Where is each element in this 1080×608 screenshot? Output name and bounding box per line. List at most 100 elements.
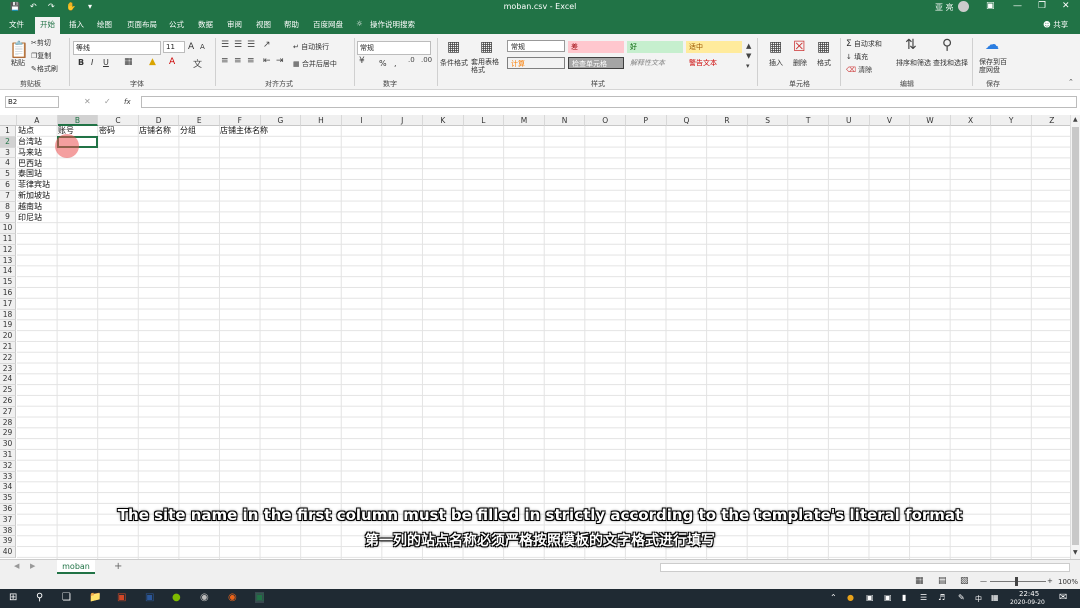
cell-a7[interactable]: 新加坡站 — [18, 191, 50, 201]
row-header-28[interactable]: 28 — [0, 417, 16, 429]
scroll-up-icon[interactable]: ▲ — [1073, 116, 1078, 123]
column-header-v[interactable]: V — [869, 115, 911, 126]
conditional-format-button[interactable]: 条件格式 — [440, 58, 468, 68]
row-header-23[interactable]: 23 — [0, 363, 16, 375]
scroll-down-icon[interactable]: ▼ — [1073, 549, 1078, 556]
column-header-h[interactable]: H — [301, 115, 342, 126]
tray-app-icon[interactable]: ● — [847, 593, 854, 602]
italic-button[interactable]: I — [91, 58, 93, 67]
tab-formulas[interactable]: 公式 — [169, 19, 184, 30]
collapse-ribbon-icon[interactable]: ⌃ — [1068, 78, 1074, 86]
row-header-27[interactable]: 27 — [0, 406, 16, 418]
tab-data[interactable]: 数据 — [198, 19, 213, 30]
tab-home[interactable]: 开始 — [35, 17, 60, 34]
increase-indent-icon[interactable]: ⇥ — [276, 56, 284, 66]
cell-a2[interactable]: 台湾站 — [18, 137, 42, 147]
worksheet-grid[interactable]: ABCDEFGHIJKLMNOPQRSTUVWXYZ 1 2 3 4 5 6 7 8 9 10 11… — [0, 115, 1080, 559]
pen-icon[interactable]: ✎ — [958, 593, 965, 602]
phonetic-icon[interactable]: 文 — [193, 57, 202, 70]
grow-font-icon[interactable]: A — [188, 42, 194, 52]
cloud-icon[interactable]: ☁ — [985, 37, 999, 53]
style-warning[interactable]: 警告文本 — [686, 57, 742, 69]
cell-area[interactable] — [17, 126, 1070, 559]
close-icon[interactable]: ✕ — [1062, 1, 1070, 11]
format-table-button[interactable]: 套用表格格式 — [471, 58, 503, 74]
insert-cells-button[interactable]: 插入 — [769, 58, 783, 68]
column-header-p[interactable]: P — [626, 115, 667, 126]
orientation-icon[interactable]: ↗ — [263, 40, 271, 50]
row-header-29[interactable]: 29 — [0, 428, 16, 440]
cell-c1[interactable]: 密码 — [99, 126, 115, 136]
row-header-4[interactable]: 4 — [0, 158, 16, 170]
page-break-view-icon[interactable]: ▧ — [960, 576, 969, 586]
styles-scroll-down-icon[interactable]: ▼ — [746, 52, 751, 60]
autosum-button[interactable]: Σ 自动求和 — [846, 39, 882, 49]
column-header-o[interactable]: O — [585, 115, 626, 126]
normal-view-icon[interactable]: ▦ — [915, 576, 924, 586]
align-left-icon[interactable]: ≡ — [221, 56, 229, 66]
vertical-scrollbar[interactable]: ▲ ▼ — [1070, 115, 1080, 559]
cell-e1[interactable]: 分组 — [180, 126, 196, 136]
page-layout-view-icon[interactable]: ▤ — [938, 576, 947, 586]
ime-indicator[interactable]: 中 — [975, 594, 982, 604]
insert-cells-icon[interactable]: ▦ — [769, 39, 782, 55]
row-header-17[interactable]: 17 — [0, 298, 16, 310]
row-header-20[interactable]: 20 — [0, 331, 16, 342]
wechat-icon[interactable]: ● — [172, 592, 181, 603]
style-good[interactable]: 好 — [627, 41, 683, 53]
align-right-icon[interactable]: ≡ — [247, 56, 255, 66]
insert-function-button[interactable]: fx — [124, 98, 131, 106]
row-header-5[interactable]: 5 — [0, 169, 16, 180]
tray-app-icon[interactable]: ▣ — [884, 593, 892, 602]
cell-d1[interactable]: 店铺名称 — [139, 126, 171, 136]
column-header-r[interactable]: R — [707, 115, 748, 126]
row-header-7[interactable]: 7 — [0, 190, 16, 202]
row-header-14[interactable]: 14 — [0, 266, 16, 278]
sort-filter-icon[interactable]: ⇅ — [905, 37, 917, 53]
tab-view[interactable]: 视图 — [256, 19, 271, 30]
windows-start-icon[interactable]: ⊞ — [9, 592, 17, 603]
cell-f1[interactable]: 店铺主体名称 — [220, 126, 268, 136]
tell-me-search[interactable]: 操作说明搜索 — [370, 19, 415, 30]
network-icon[interactable]: ☰ — [920, 593, 927, 602]
percent-button[interactable]: % — [379, 59, 387, 68]
style-normal[interactable]: 常规 — [507, 40, 565, 52]
ime-mode-icon[interactable]: ▦ — [991, 593, 999, 602]
zoom-level[interactable]: 100% — [1058, 578, 1078, 586]
column-header-d[interactable]: D — [138, 115, 180, 126]
tab-insert[interactable]: 插入 — [69, 19, 84, 30]
zoom-in-button[interactable]: + — [1047, 577, 1053, 585]
increase-decimal-icon[interactable]: .0 — [408, 56, 415, 64]
style-check-cell[interactable]: 检查单元格 — [568, 57, 624, 69]
zoom-slider-thumb[interactable] — [1015, 577, 1018, 586]
cell-a8[interactable]: 越南站 — [18, 202, 42, 212]
name-box[interactable]: B2 — [5, 96, 59, 108]
column-header-s[interactable]: S — [747, 115, 789, 126]
border-icon[interactable]: ▦ — [124, 57, 133, 67]
column-header-f[interactable]: F — [220, 115, 261, 126]
minimize-icon[interactable]: — — [1013, 1, 1022, 11]
delete-cells-icon[interactable]: ☒ — [793, 39, 806, 55]
cell-a4[interactable]: 巴西站 — [18, 159, 42, 169]
powerpoint-icon[interactable]: ▣ — [117, 592, 126, 603]
cell-a6[interactable]: 菲律宾站 — [18, 180, 50, 190]
currency-icon[interactable]: ¥ — [359, 56, 365, 66]
tab-page-layout[interactable]: 页面布局 — [127, 19, 157, 30]
fill-button[interactable]: ↓ 填充 — [846, 52, 868, 62]
row-header-10[interactable]: 10 — [0, 223, 16, 234]
column-header-u[interactable]: U — [829, 115, 870, 126]
column-header-e[interactable]: E — [179, 115, 220, 126]
decrease-decimal-icon[interactable]: .00 — [421, 56, 432, 64]
clock-time[interactable]: 22:45 — [1019, 590, 1039, 598]
copy-button[interactable]: ❐复制 — [31, 51, 51, 61]
delete-cells-button[interactable]: 删除 — [793, 58, 807, 68]
row-header-35[interactable]: 35 — [0, 493, 16, 504]
align-bottom-icon[interactable]: ☰ — [247, 40, 255, 50]
row-header-34[interactable]: 34 — [0, 482, 16, 494]
prev-sheet-icon[interactable]: ◀ — [14, 562, 19, 570]
shrink-font-icon[interactable]: A — [200, 43, 205, 51]
font-name-select[interactable]: 等线 — [73, 41, 161, 55]
row-header-25[interactable]: 25 — [0, 385, 16, 396]
tab-help[interactable]: 帮助 — [284, 19, 299, 30]
column-header-w[interactable]: W — [910, 115, 951, 126]
